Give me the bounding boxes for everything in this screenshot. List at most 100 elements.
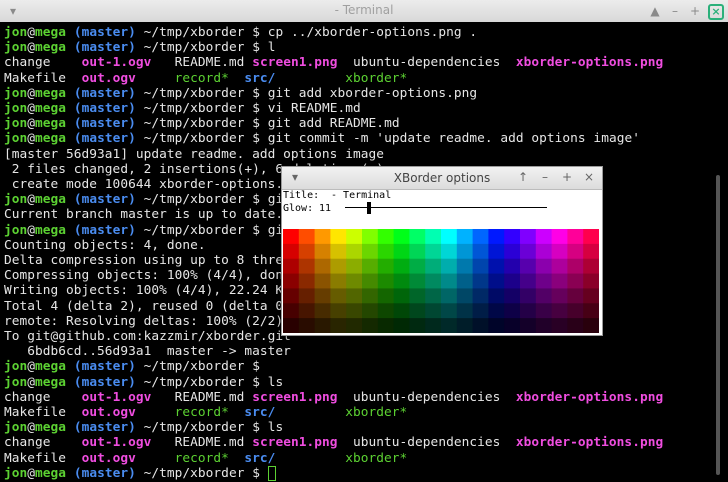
color-swatch[interactable]: [314, 318, 331, 333]
color-swatch[interactable]: [456, 288, 474, 304]
color-swatch[interactable]: [393, 273, 410, 289]
color-swatch[interactable]: [488, 258, 505, 275]
color-swatch[interactable]: [425, 288, 442, 304]
color-swatch[interactable]: [314, 229, 331, 245]
scrollbar-thumb[interactable]: [716, 175, 720, 475]
color-swatch[interactable]: [425, 273, 442, 289]
color-swatch[interactable]: [393, 318, 410, 333]
color-swatch[interactable]: [362, 229, 379, 245]
color-swatch[interactable]: [346, 229, 363, 245]
color-swatch[interactable]: [377, 273, 395, 289]
glow-slider-track[interactable]: [345, 207, 547, 208]
color-swatch[interactable]: [504, 303, 521, 319]
color-swatch[interactable]: [520, 243, 537, 260]
color-swatch[interactable]: [504, 243, 521, 260]
color-swatch[interactable]: [314, 243, 331, 260]
color-swatch[interactable]: [283, 243, 300, 260]
color-swatch[interactable]: [583, 318, 599, 333]
color-swatch[interactable]: [283, 258, 300, 275]
color-swatch[interactable]: [314, 288, 331, 304]
color-swatch[interactable]: [283, 273, 300, 289]
color-swatch[interactable]: [346, 303, 363, 319]
color-swatch[interactable]: [535, 273, 553, 289]
dialog-minimize-icon[interactable]: –: [538, 170, 552, 184]
color-swatch[interactable]: [583, 258, 599, 275]
color-swatch[interactable]: [409, 258, 426, 275]
color-swatch[interactable]: [456, 229, 474, 245]
color-swatch[interactable]: [472, 318, 489, 333]
color-swatch[interactable]: [393, 243, 410, 260]
color-swatch[interactable]: [330, 258, 347, 275]
color-swatch[interactable]: [488, 243, 505, 260]
color-swatch[interactable]: [425, 258, 442, 275]
glow-slider-handle[interactable]: [367, 202, 372, 214]
color-swatch[interactable]: [298, 288, 316, 304]
color-swatch[interactable]: [472, 303, 489, 319]
color-swatch[interactable]: [283, 303, 300, 319]
color-swatch[interactable]: [520, 258, 537, 275]
color-swatch[interactable]: [488, 288, 505, 304]
color-swatch[interactable]: [535, 288, 553, 304]
color-swatch[interactable]: [567, 303, 584, 319]
minimize-icon[interactable]: ▲: [648, 4, 662, 18]
color-swatch[interactable]: [409, 273, 426, 289]
color-swatch[interactable]: [551, 258, 568, 275]
color-swatch[interactable]: [393, 258, 410, 275]
color-swatch[interactable]: [441, 273, 458, 289]
color-swatch[interactable]: [441, 318, 458, 333]
color-swatch[interactable]: [567, 229, 584, 245]
color-swatch[interactable]: [362, 288, 379, 304]
dialog-up-icon[interactable]: ↑: [516, 170, 530, 184]
color-swatch[interactable]: [283, 229, 300, 245]
color-swatch[interactable]: [520, 288, 537, 304]
color-swatch[interactable]: [314, 258, 331, 275]
color-swatch[interactable]: [377, 303, 395, 319]
dialog-maximize-icon[interactable]: +: [560, 170, 574, 184]
color-swatch[interactable]: [456, 258, 474, 275]
color-swatch[interactable]: [330, 243, 347, 260]
color-swatch[interactable]: [441, 229, 458, 245]
color-swatch[interactable]: [377, 258, 395, 275]
color-swatch[interactable]: [298, 303, 316, 319]
color-swatch[interactable]: [425, 318, 442, 333]
title-value[interactable]: - Terminal: [325, 190, 391, 201]
color-swatch[interactable]: [551, 303, 568, 319]
color-swatch[interactable]: [298, 273, 316, 289]
color-swatch[interactable]: [456, 318, 474, 333]
color-swatch[interactable]: [504, 273, 521, 289]
color-swatch[interactable]: [377, 288, 395, 304]
color-swatch[interactable]: [362, 303, 379, 319]
color-swatch[interactable]: [472, 229, 489, 245]
color-swatch[interactable]: [472, 273, 489, 289]
color-swatch[interactable]: [567, 318, 584, 333]
color-swatch[interactable]: [583, 243, 599, 260]
color-swatch[interactable]: [472, 258, 489, 275]
color-swatch[interactable]: [362, 273, 379, 289]
color-swatch[interactable]: [330, 273, 347, 289]
color-swatch[interactable]: [409, 303, 426, 319]
color-swatch[interactable]: [362, 258, 379, 275]
color-swatch[interactable]: [535, 258, 553, 275]
color-swatch[interactable]: [504, 258, 521, 275]
color-swatch[interactable]: [441, 288, 458, 304]
close-icon[interactable]: ×: [708, 4, 724, 20]
color-swatch[interactable]: [346, 288, 363, 304]
color-swatch[interactable]: [456, 273, 474, 289]
color-swatch[interactable]: [298, 229, 316, 245]
color-swatch[interactable]: [393, 303, 410, 319]
color-swatch[interactable]: [409, 318, 426, 333]
color-swatch[interactable]: [488, 229, 505, 245]
color-swatch[interactable]: [583, 273, 599, 289]
color-swatch[interactable]: [504, 229, 521, 245]
color-swatch[interactable]: [298, 318, 316, 333]
color-swatch[interactable]: [393, 288, 410, 304]
color-swatch[interactable]: [330, 318, 347, 333]
color-swatch[interactable]: [583, 288, 599, 304]
color-swatch[interactable]: [583, 303, 599, 319]
color-swatch[interactable]: [330, 229, 347, 245]
color-swatch[interactable]: [346, 243, 363, 260]
dialog-close-icon[interactable]: ×: [582, 170, 596, 184]
color-swatch[interactable]: [520, 303, 537, 319]
color-swatch[interactable]: [535, 229, 553, 245]
color-swatch[interactable]: [472, 243, 489, 260]
